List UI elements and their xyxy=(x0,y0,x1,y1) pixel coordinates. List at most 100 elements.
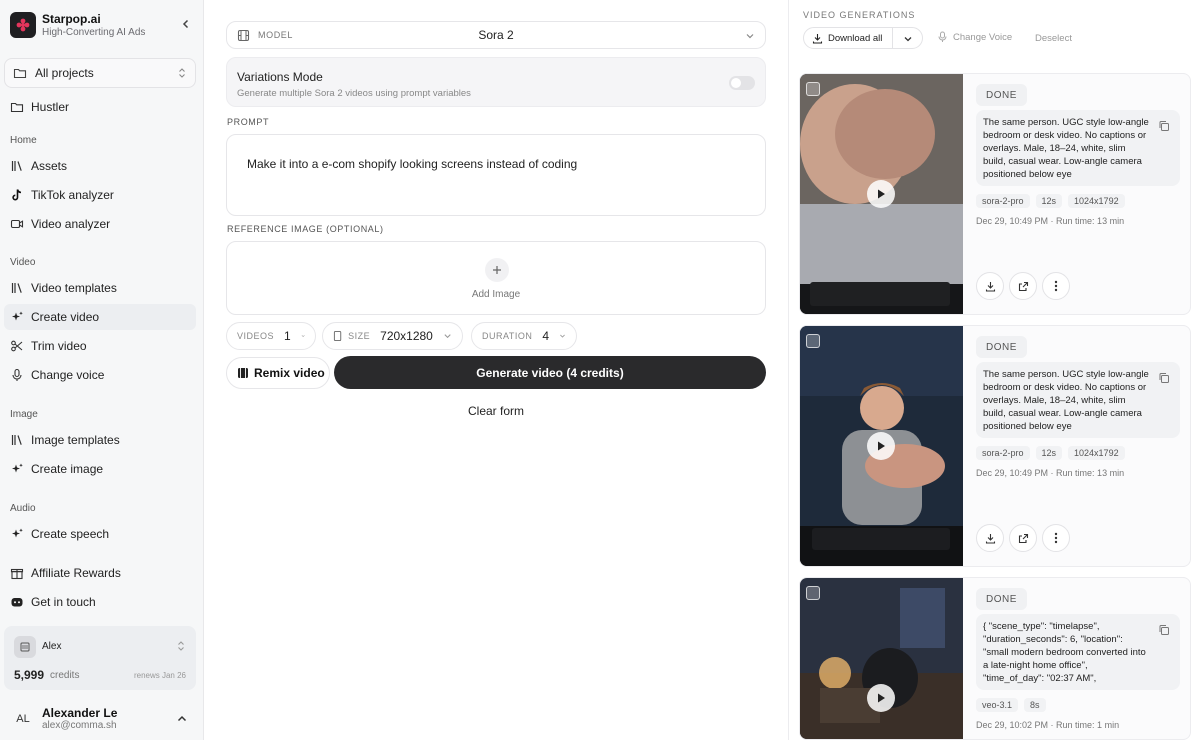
user-avatar: AL xyxy=(16,713,30,725)
sidebar: Starpop.ai High-Converting AI Ads All pr… xyxy=(0,0,204,740)
model-tag: sora-2-pro xyxy=(976,194,1030,208)
sidebar-item-label: Get in touch xyxy=(31,595,96,609)
generation-card[interactable]: DONE The same person. UGC style low-angl… xyxy=(799,73,1191,315)
credits-count: 5,999 xyxy=(14,668,45,682)
sidebar-item-tiktok-analyzer[interactable]: TikTok analyzer xyxy=(4,182,196,208)
generation-card[interactable]: DONE { "scene_type": "timelapse", "durat… xyxy=(799,577,1191,740)
download-icon[interactable] xyxy=(976,524,1004,552)
project-selector[interactable]: All projects xyxy=(4,58,196,88)
play-icon[interactable] xyxy=(867,432,895,460)
copy-icon[interactable] xyxy=(1158,120,1170,132)
duration-select[interactable]: DURATION 4 xyxy=(471,322,577,350)
workspace-credits-card[interactable]: Alex 5,999 credits renews Jan 26 xyxy=(4,626,196,690)
sidebar-item-video-templates[interactable]: Video templates xyxy=(4,275,196,301)
sidebar-item-trim-video[interactable]: Trim video xyxy=(4,333,196,359)
sidebar-item-create-image[interactable]: Create image xyxy=(4,456,196,482)
prompt-description: The same person. UGC style low-angle bed… xyxy=(976,362,1180,438)
chevron-updown-icon xyxy=(176,640,186,652)
generation-runtime: Run time: 13 min xyxy=(1056,468,1125,478)
videos-label: VIDEOS xyxy=(237,331,275,341)
duration-value: 4 xyxy=(542,329,550,343)
play-icon[interactable] xyxy=(867,180,895,208)
select-checkbox[interactable] xyxy=(806,586,820,600)
generation-meta: Dec 29, 10:49 PM · Run time: 13 min xyxy=(976,468,1125,478)
status-badge: DONE xyxy=(976,84,1027,106)
copy-icon[interactable] xyxy=(1158,624,1170,636)
external-link-icon[interactable] xyxy=(1009,272,1037,300)
play-icon[interactable] xyxy=(867,684,895,712)
variations-mode-panel: Variations Mode Generate multiple Sora 2… xyxy=(226,57,766,107)
clear-form-button[interactable]: Clear form xyxy=(226,404,766,418)
prompt-text: Make it into a e-com shopify looking scr… xyxy=(247,157,578,171)
variations-description: Generate multiple Sora 2 videos using pr… xyxy=(237,88,471,99)
status-badge: DONE xyxy=(976,588,1027,610)
deselect-button[interactable]: Deselect xyxy=(1035,33,1072,44)
folder-icon xyxy=(10,102,24,113)
size-label: SIZE xyxy=(348,331,371,341)
select-checkbox[interactable] xyxy=(806,82,820,96)
resolution-tag: 1024x1792 xyxy=(1068,446,1125,460)
video-thumbnail[interactable] xyxy=(800,326,963,566)
reference-image-label: REFERENCE IMAGE (OPTIONAL) xyxy=(227,224,384,234)
sidebar-item-create-video[interactable]: Create video xyxy=(4,304,196,330)
sidebar-item-image-templates[interactable]: Image templates xyxy=(4,427,196,453)
prompt-textarea[interactable]: Make it into a e-com shopify looking scr… xyxy=(226,134,766,216)
sidebar-item-hustler[interactable]: Hustler xyxy=(4,94,196,120)
change-voice-button[interactable]: Change Voice xyxy=(937,31,1012,43)
chevron-down-icon xyxy=(746,34,754,39)
download-icon[interactable] xyxy=(976,272,1004,300)
chevron-down-icon[interactable] xyxy=(903,34,913,44)
microphone-icon xyxy=(12,368,22,381)
sidebar-item-label: Trim video xyxy=(31,339,87,353)
sidebar-item-label: Create image xyxy=(31,462,104,476)
videos-count-select[interactable]: VIDEOS 1 xyxy=(226,322,316,350)
change-voice-label: Change Voice xyxy=(953,31,1013,43)
discord-icon xyxy=(11,598,23,607)
variations-toggle[interactable] xyxy=(729,76,755,90)
generation-runtime: Run time: 1 min xyxy=(1056,720,1120,730)
model-select[interactable]: MODEL Sora 2 xyxy=(226,21,766,49)
prompt-description-text: The same person. UGC style low-angle bed… xyxy=(983,369,1149,432)
size-select[interactable]: SIZE 720x1280 xyxy=(322,322,463,350)
tiktok-icon xyxy=(12,189,22,201)
generate-video-button[interactable]: Generate video (4 credits) xyxy=(334,356,766,389)
sidebar-item-label: Hustler xyxy=(31,100,70,114)
phone-frame-icon xyxy=(333,330,342,342)
sidebar-item-assets[interactable]: Assets xyxy=(4,153,196,179)
sidebar-item-change-voice[interactable]: Change voice xyxy=(4,362,196,388)
generations-title: VIDEO GENERATIONS xyxy=(803,10,916,20)
brand-tagline: High-Converting AI Ads xyxy=(42,26,146,38)
collapse-sidebar-icon[interactable] xyxy=(180,18,192,30)
model-tag: sora-2-pro xyxy=(976,446,1030,460)
sidebar-item-affiliate-rewards[interactable]: Affiliate Rewards xyxy=(4,560,196,586)
prompt-label: PROMPT xyxy=(227,117,270,127)
duration-tag: 12s xyxy=(1035,446,1063,460)
more-icon[interactable] xyxy=(1042,524,1070,552)
sidebar-item-video-analyzer[interactable]: Video analyzer xyxy=(4,211,196,237)
video-thumbnail[interactable] xyxy=(800,74,963,314)
select-checkbox[interactable] xyxy=(806,334,820,348)
prompt-description: The same person. UGC style low-angle bed… xyxy=(976,110,1180,186)
external-link-icon[interactable] xyxy=(1009,524,1037,552)
copy-icon[interactable] xyxy=(1158,372,1170,384)
brand[interactable]: Starpop.ai High-Converting AI Ads xyxy=(10,10,196,40)
generation-card[interactable]: DONE The same person. UGC style low-angl… xyxy=(799,325,1191,567)
scissors-icon xyxy=(11,340,23,352)
download-all-button[interactable]: Download all xyxy=(803,27,923,49)
chevron-down-icon xyxy=(444,334,451,339)
sidebar-item-create-speech[interactable]: Create speech xyxy=(4,521,196,547)
film-icon xyxy=(238,368,248,378)
library-icon xyxy=(11,161,22,171)
sidebar-item-label: Change voice xyxy=(31,368,105,382)
workspace-name: Alex xyxy=(42,641,62,652)
reference-image-dropzone[interactable]: Add Image xyxy=(226,241,766,315)
resolution-tag: 1024x1792 xyxy=(1068,194,1125,208)
remix-video-button[interactable]: Remix video xyxy=(226,357,330,389)
download-all-label: Download all xyxy=(828,32,883,44)
user-menu[interactable]: AL Alexander Le alex@comma.sh xyxy=(4,700,196,738)
sidebar-item-label: Create speech xyxy=(31,527,110,541)
more-icon[interactable] xyxy=(1042,272,1070,300)
plus-icon[interactable] xyxy=(485,258,509,282)
video-thumbnail[interactable] xyxy=(800,578,963,739)
sidebar-item-get-in-touch[interactable]: Get in touch xyxy=(4,589,196,615)
